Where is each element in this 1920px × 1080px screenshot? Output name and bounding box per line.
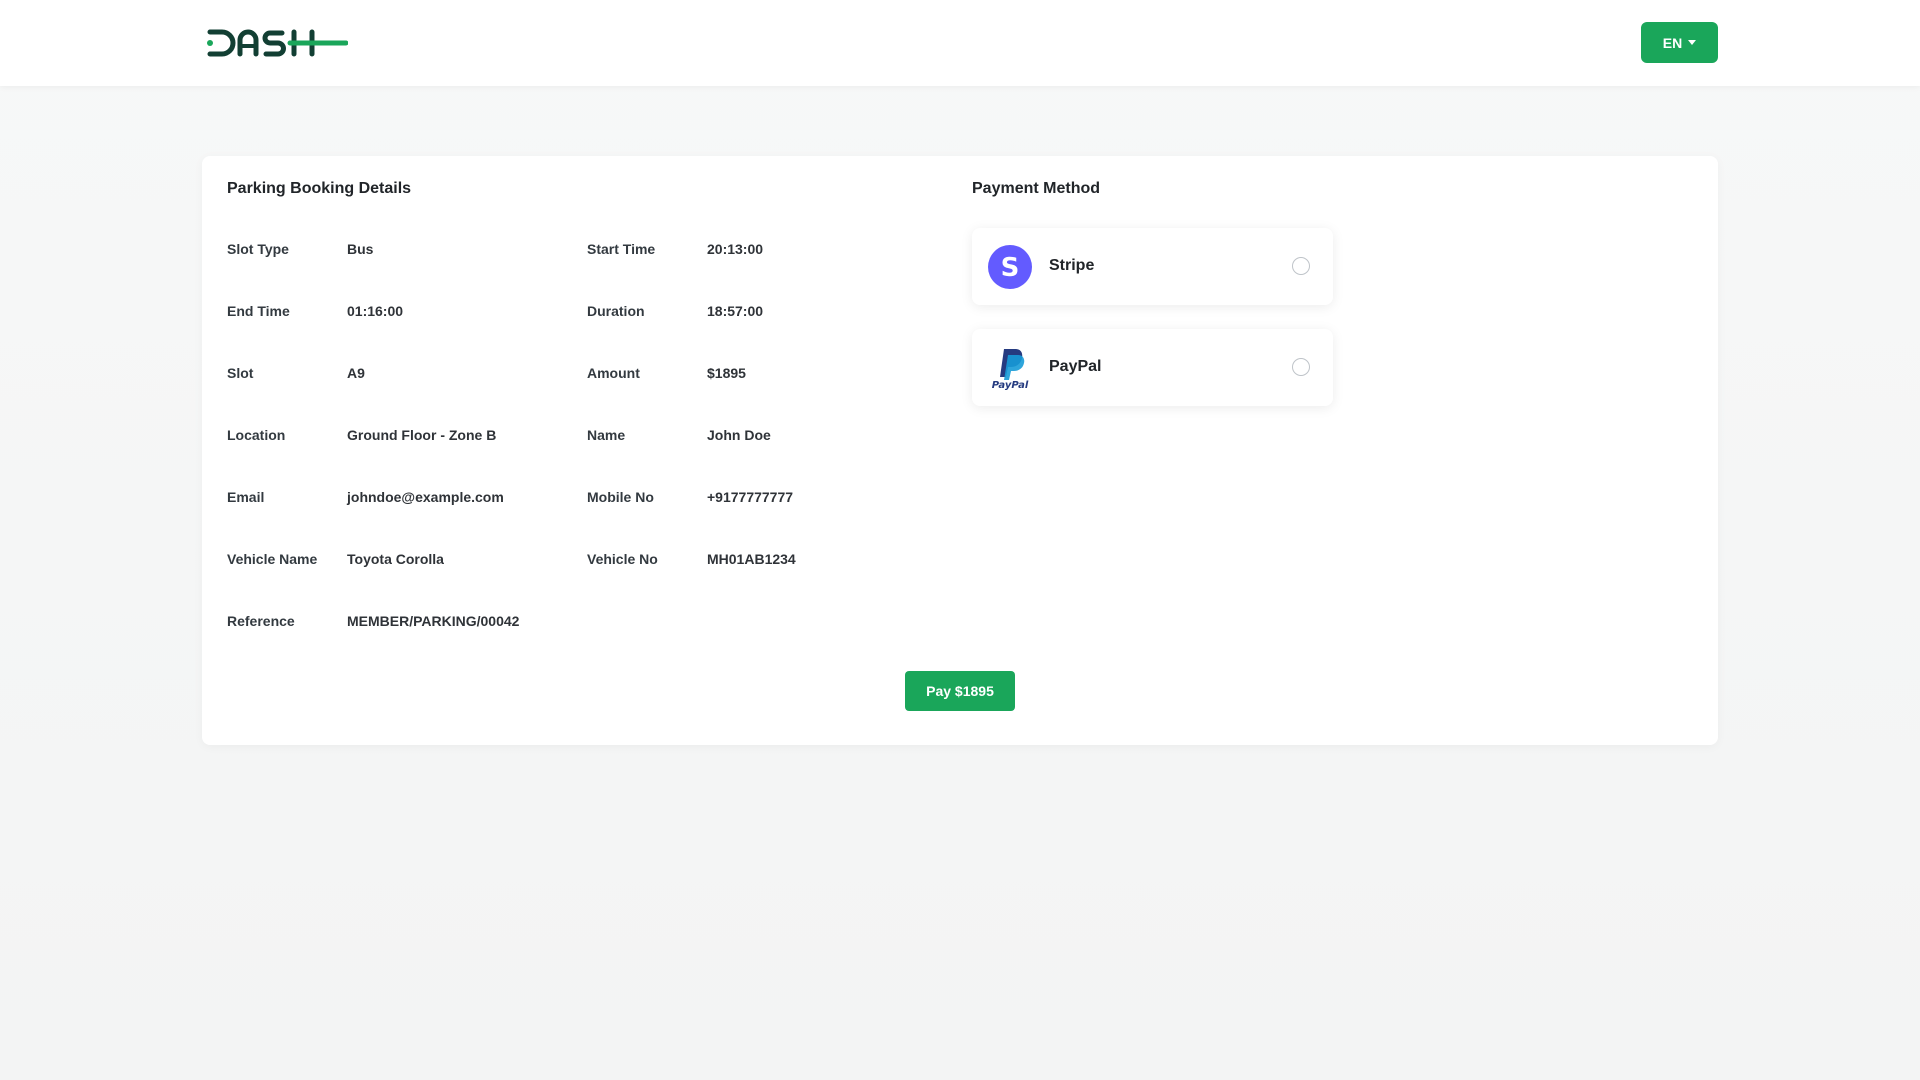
payment-method-title: Payment Method	[972, 180, 1101, 197]
reference-label: Reference	[227, 613, 295, 629]
paypal-icon: PayPal	[992, 349, 1029, 390]
end-time-value: 01:16:00	[347, 303, 404, 319]
mobile-no-value: +9177777777	[707, 489, 794, 505]
name-value: John Doe	[707, 427, 771, 443]
start-time-label: Start Time	[587, 241, 656, 257]
email-value: johndoe@example.com	[347, 489, 504, 505]
email-label: Email	[227, 489, 265, 505]
duration-label: Duration	[587, 303, 645, 319]
svg-text:S: S	[1001, 253, 1020, 283]
amount-value: $1895	[707, 365, 746, 381]
mobile-no-label: Mobile No	[587, 489, 654, 505]
end-time-label: End Time	[227, 303, 290, 319]
name-label: Name	[587, 427, 626, 443]
reference-value: MEMBER/PARKING/00042	[347, 613, 520, 629]
slot-type-value: Bus	[347, 241, 374, 257]
language-label: EN	[1662, 34, 1683, 51]
vehicle-no-label: Vehicle No	[587, 551, 658, 567]
duration-value: 18:57:00	[707, 303, 764, 319]
location-value: Ground Floor - Zone B	[347, 427, 497, 443]
vehicle-no-value: MH01AB1234	[707, 551, 796, 567]
top-navbar: EN	[0, 0, 1920, 86]
paypal-label: PayPal	[1049, 358, 1102, 375]
payment-option-stripe[interactable]: S Stripe	[972, 228, 1333, 305]
stripe-label: Stripe	[1049, 257, 1095, 274]
amount-label: Amount	[587, 365, 640, 381]
location-label: Location	[227, 427, 286, 443]
vehicle-name-value: Toyota Corolla	[347, 551, 444, 567]
vehicle-name-label: Vehicle Name	[227, 551, 318, 567]
language-dropdown-button[interactable]: EN	[1641, 22, 1718, 63]
booking-card: Parking Booking Details Slot Type Bus St…	[202, 156, 1718, 745]
slot-type-label: Slot Type	[227, 241, 289, 257]
slot-label: Slot	[227, 365, 254, 381]
booking-details-title: Parking Booking Details	[227, 180, 412, 197]
start-time-value: 20:13:00	[707, 241, 764, 257]
slot-value: A9	[347, 365, 365, 381]
pay-button[interactable]: Pay $1895	[905, 671, 1015, 711]
dash-logo[interactable]	[206, 26, 348, 60]
caret-down-icon	[1688, 40, 1697, 45]
stripe-radio[interactable]	[1292, 257, 1310, 275]
payment-option-paypal[interactable]: PayPal PayPal	[972, 329, 1333, 406]
paypal-radio[interactable]	[1292, 358, 1310, 376]
svg-text:PayPal: PayPal	[992, 380, 1029, 390]
stripe-icon: S	[988, 245, 1032, 289]
